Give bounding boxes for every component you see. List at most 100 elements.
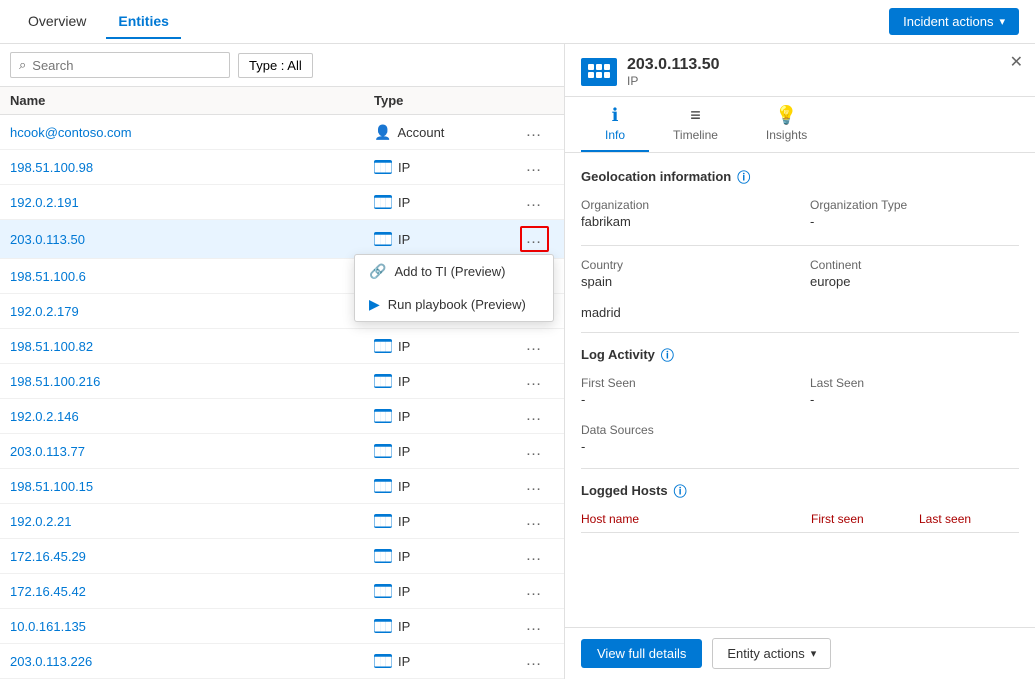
row-more-actions[interactable]: …: [514, 440, 554, 462]
more-button[interactable]: …: [522, 121, 547, 143]
run-playbook-label: Run playbook (Preview): [388, 297, 526, 312]
table-row-selected[interactable]: 203.0.113.50 ███ IP … 🔗 Add to TI (Previ…: [0, 220, 564, 259]
entity-icon: [581, 58, 617, 86]
entity-name[interactable]: 198.51.100.15: [10, 479, 374, 494]
table-row[interactable]: hcook@contoso.com 👤 Account …: [0, 115, 564, 150]
tab-info[interactable]: ℹ Info: [581, 97, 649, 152]
entity-name[interactable]: 192.0.2.21: [10, 514, 374, 529]
more-button[interactable]: …: [522, 545, 547, 567]
more-button[interactable]: …: [522, 370, 547, 392]
table-row[interactable]: 192.0.2.191 ███ IP …: [0, 185, 564, 220]
entity-name[interactable]: 203.0.113.77: [10, 444, 374, 459]
row-more-actions[interactable]: …: [514, 156, 554, 178]
more-button[interactable]: …: [522, 580, 547, 602]
entity-name[interactable]: 192.0.2.191: [10, 195, 374, 210]
row-more-actions[interactable]: …: [514, 475, 554, 497]
row-more-actions[interactable]: …: [514, 615, 554, 637]
more-button[interactable]: …: [522, 156, 547, 178]
table-row[interactable]: 192.0.2.21 ███ IP …: [0, 504, 564, 539]
more-button[interactable]: …: [522, 440, 547, 462]
entity-name[interactable]: hcook@contoso.com: [10, 125, 374, 140]
entity-name[interactable]: 192.0.2.146: [10, 409, 374, 424]
tab-info-label: Info: [605, 128, 625, 142]
more-button[interactable]: …: [522, 191, 547, 213]
entity-actions-button[interactable]: Entity actions ▾: [712, 638, 831, 669]
row-more-actions[interactable]: …: [514, 335, 554, 357]
view-full-details-button[interactable]: View full details: [581, 639, 702, 668]
first-seen-label: First Seen: [581, 376, 790, 390]
geolocation-section-title: Geolocation information ⓘ: [581, 167, 1019, 186]
more-button[interactable]: …: [522, 475, 547, 497]
row-more-actions[interactable]: …: [514, 191, 554, 213]
organization-value: fabrikam: [581, 214, 790, 229]
row-more-actions[interactable]: …: [514, 545, 554, 567]
tab-insights[interactable]: 💡 Insights: [742, 97, 831, 152]
row-more-actions[interactable]: …: [514, 650, 554, 672]
ip-icon: ███: [374, 232, 392, 246]
entity-type: 👤 Account: [374, 124, 514, 141]
log-activity-title: Log Activity ⓘ: [581, 345, 1019, 364]
more-button[interactable]: …: [522, 405, 547, 427]
row-more-actions[interactable]: …: [514, 510, 554, 532]
entity-name[interactable]: 192.0.2.179: [10, 304, 374, 319]
ip-icon: ███: [374, 195, 392, 209]
row-more-actions[interactable]: …: [514, 405, 554, 427]
entity-name[interactable]: 198.51.100.98: [10, 160, 374, 175]
name-column-header: Name: [10, 93, 374, 108]
table-row[interactable]: 198.51.100.15 ███ IP …: [0, 469, 564, 504]
row-more-actions[interactable]: …: [514, 580, 554, 602]
row-more-actions[interactable]: … 🔗 Add to TI (Preview) ▶ Run playbook (…: [514, 226, 554, 252]
table-row[interactable]: 203.0.113.77 ███ IP …: [0, 434, 564, 469]
city-value: madrid: [581, 305, 1019, 320]
tab-overview[interactable]: Overview: [16, 5, 98, 39]
table-row[interactable]: 198.51.100.82 ███ IP …: [0, 329, 564, 364]
table-row[interactable]: 198.51.100.216 ███ IP …: [0, 364, 564, 399]
more-button[interactable]: …: [522, 615, 547, 637]
entity-name[interactable]: 10.0.161.135: [10, 619, 374, 634]
ip-icon: ███: [374, 339, 392, 353]
more-button-active[interactable]: …: [520, 226, 549, 252]
row-more-actions[interactable]: …: [514, 121, 554, 143]
table-row[interactable]: 198.51.100.98 ███ IP …: [0, 150, 564, 185]
search-input-wrap[interactable]: ⌕: [10, 52, 230, 78]
entity-name[interactable]: 198.51.100.82: [10, 339, 374, 354]
more-button[interactable]: …: [522, 335, 547, 357]
tab-timeline[interactable]: ≡ Timeline: [649, 97, 742, 152]
table-row[interactable]: 172.16.45.29 ███ IP …: [0, 539, 564, 574]
table-row[interactable]: 172.16.45.42 ███ IP …: [0, 574, 564, 609]
entity-name[interactable]: 203.0.113.226: [10, 654, 374, 669]
entity-name[interactable]: 172.16.45.42: [10, 584, 374, 599]
entity-name[interactable]: 198.51.100.216: [10, 374, 374, 389]
search-input[interactable]: [32, 58, 221, 73]
add-to-ti-menu-item[interactable]: 🔗 Add to TI (Preview): [355, 255, 553, 288]
entity-type: ███ IP: [374, 160, 514, 175]
more-button[interactable]: …: [522, 650, 547, 672]
close-panel-button[interactable]: ✕: [1010, 52, 1023, 72]
table-row[interactable]: 10.0.161.135 ███ IP …: [0, 609, 564, 644]
more-button[interactable]: …: [522, 510, 547, 532]
ip-icon: ███: [374, 584, 392, 598]
run-playbook-menu-item[interactable]: ▶ Run playbook (Preview): [355, 288, 553, 321]
tab-entities[interactable]: Entities: [106, 5, 181, 39]
entity-table: Name Type hcook@contoso.com 👤 Account … …: [0, 87, 564, 679]
entity-name[interactable]: 203.0.113.50: [10, 232, 374, 247]
table-row[interactable]: 203.0.113.226 ███ IP …: [0, 644, 564, 679]
entity-name[interactable]: 172.16.45.29: [10, 549, 374, 564]
country-value: spain: [581, 274, 790, 289]
table-row[interactable]: 192.0.2.146 ███ IP …: [0, 399, 564, 434]
run-playbook-icon: ▶: [369, 296, 380, 313]
geolocation-grid-2: Country spain Continent europe: [581, 258, 1019, 289]
incident-actions-button[interactable]: Incident actions ▾: [889, 8, 1019, 35]
search-icon: ⌕: [19, 57, 26, 73]
tab-timeline-label: Timeline: [673, 128, 718, 142]
org-type-label: Organization Type: [810, 198, 1019, 212]
host-name-col: Host name: [581, 512, 803, 526]
logged-hosts-title: Logged Hosts ⓘ: [581, 481, 1019, 500]
ip-icon: ███: [374, 374, 392, 388]
continent-label: Continent: [810, 258, 1019, 272]
row-more-actions[interactable]: …: [514, 370, 554, 392]
entity-name[interactable]: 198.51.100.6: [10, 269, 374, 284]
divider: [581, 332, 1019, 333]
type-filter-button[interactable]: Type : All: [238, 53, 313, 78]
info-icon: ℹ: [612, 105, 619, 126]
